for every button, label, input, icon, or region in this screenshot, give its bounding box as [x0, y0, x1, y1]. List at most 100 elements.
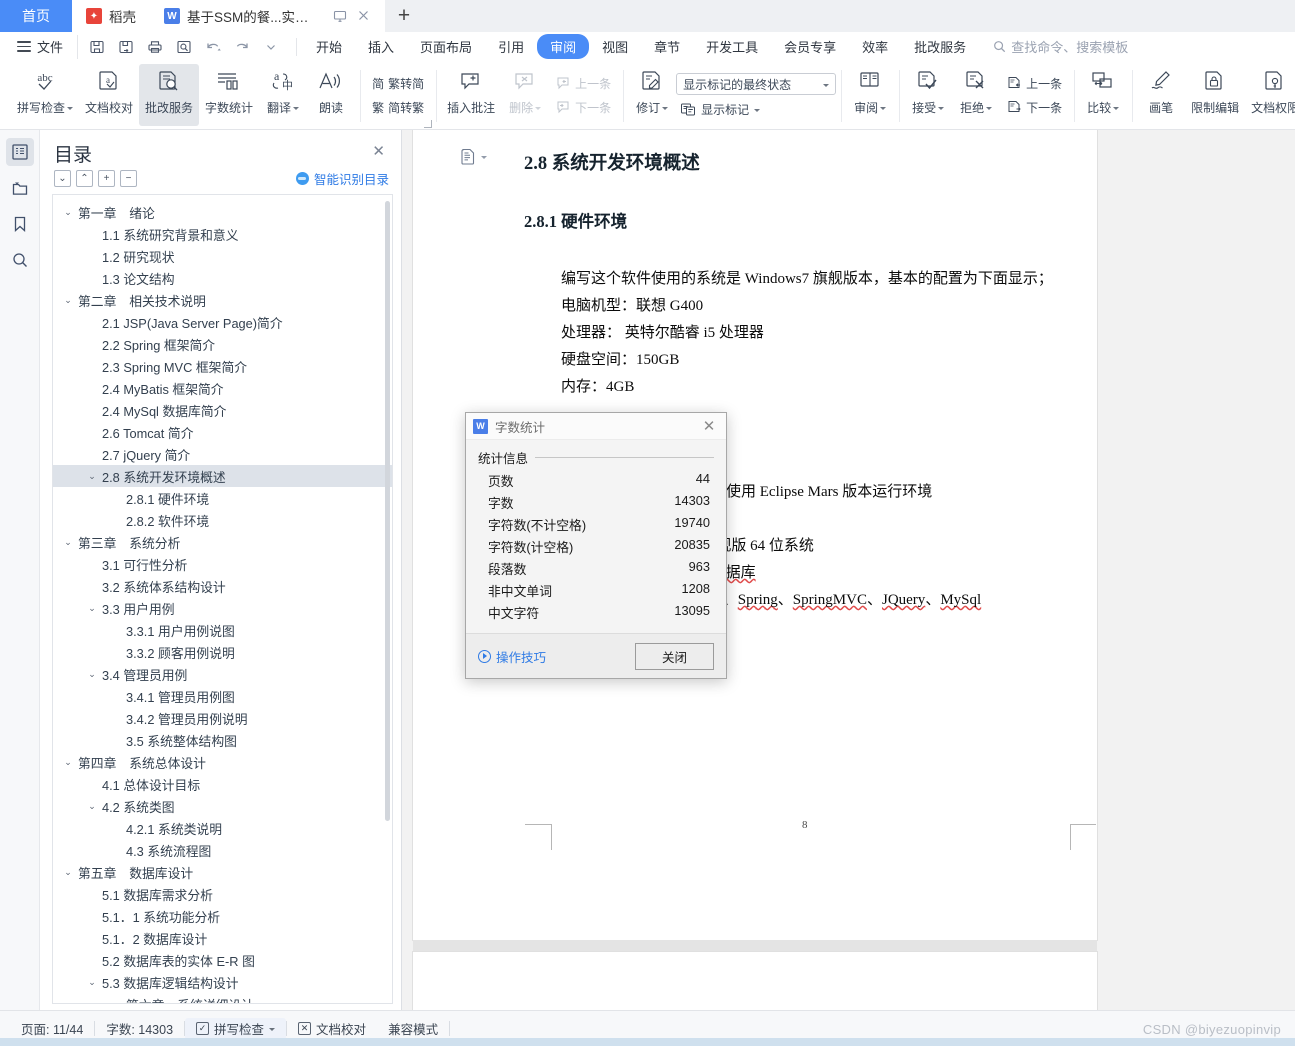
- toc-item[interactable]: 3.4.2 管理员用例说明: [53, 707, 392, 729]
- chevron-down-icon[interactable]: ⌄: [85, 603, 99, 614]
- file-menu-button[interactable]: 文件: [8, 37, 72, 56]
- word-count-dialog[interactable]: W 字数统计 ✕ 统计信息 页数 44 字数 14303 字符数(不计空格) 19740 字…: [465, 412, 727, 679]
- delete-comment-button[interactable]: 删除: [501, 64, 549, 126]
- ribbon-tab-devtools[interactable]: 开发工具: [693, 34, 771, 59]
- next-comment-button[interactable]: 下一条: [551, 96, 616, 119]
- chevron-down-icon[interactable]: ⌄: [61, 207, 75, 218]
- ribbon-tab-review[interactable]: 审阅: [537, 34, 590, 59]
- toc-scroll-thumb[interactable]: [385, 201, 390, 821]
- status-spellcheck[interactable]: ✓ 拼写检查: [185, 1017, 287, 1040]
- chevron-down-icon[interactable]: ⌄: [85, 977, 99, 988]
- tab-docer[interactable]: ✦ 稻壳: [72, 0, 150, 32]
- toc-item[interactable]: 4.1 总体设计目标: [53, 773, 392, 795]
- new-tab-button[interactable]: +: [385, 0, 423, 32]
- compare-button[interactable]: 比较: [1079, 64, 1127, 126]
- toc-item[interactable]: 3.1 可行性分析: [53, 553, 392, 575]
- toc-item[interactable]: 3.3.1 用户用例说图: [53, 619, 392, 641]
- tab-home[interactable]: 首页: [0, 0, 72, 32]
- status-proofread[interactable]: ✕ 文档校对: [287, 1018, 377, 1040]
- document-proofread-button[interactable]: a 文档校对: [79, 64, 139, 126]
- chevron-down-icon[interactable]: ⌄: [61, 295, 75, 306]
- toc-item[interactable]: 2.8.1 硬件环境: [53, 487, 392, 509]
- word-count-button[interactable]: 字数统计: [199, 64, 259, 126]
- spellcheck-button[interactable]: abc 拼写检查: [11, 64, 79, 126]
- ribbon-tab-efficiency[interactable]: 效率: [849, 34, 901, 59]
- toc-item[interactable]: 1.2 研究现状: [53, 245, 392, 267]
- read-aloud-button[interactable]: 朗读: [307, 64, 355, 126]
- prev-change-button[interactable]: 上一条: [1002, 72, 1067, 95]
- toc-item[interactable]: 4.3 系统流程图: [53, 839, 392, 861]
- collapse-down-button[interactable]: ⌄: [54, 170, 71, 187]
- toc-item[interactable]: 2.3 Spring MVC 框架简介: [53, 355, 392, 377]
- markup-state-select[interactable]: 显示标记的最终状态: [676, 73, 837, 95]
- prev-comment-button[interactable]: 上一条: [551, 72, 616, 95]
- chevron-down-icon[interactable]: ⌄: [61, 867, 75, 878]
- toc-item[interactable]: 3.5 系统整体结构图: [53, 729, 392, 751]
- toc-item[interactable]: 2.4 MyBatis 框架简介: [53, 377, 392, 399]
- chevron-down-icon[interactable]: ⌄: [85, 471, 99, 482]
- ribbon-tab-member[interactable]: 会员专享: [771, 34, 849, 59]
- toc-item[interactable]: 第六章 系统详细设计: [53, 993, 392, 1004]
- chapter-panel-icon[interactable]: [6, 174, 34, 202]
- dialog-close-button[interactable]: 关闭: [635, 642, 714, 670]
- toc-item[interactable]: ⌄ 第四章 系统总体设计: [53, 751, 392, 773]
- expand-all-button[interactable]: +: [98, 170, 115, 187]
- toc-item[interactable]: ⌄ 5.3 数据库逻辑结构设计: [53, 971, 392, 993]
- command-search[interactable]: 查找命令、搜索模板: [993, 37, 1128, 56]
- toc-item[interactable]: 2.7 jQuery 简介: [53, 443, 392, 465]
- status-page-info[interactable]: 页面: 11/44: [10, 1018, 94, 1040]
- show-markup-button[interactable]: 显示标记: [676, 99, 836, 120]
- chevron-down-icon[interactable]: ⌄: [61, 537, 75, 548]
- close-icon[interactable]: [357, 9, 371, 23]
- monitor-icon[interactable]: [333, 9, 347, 23]
- save-icon[interactable]: [84, 35, 110, 59]
- toc-item[interactable]: 2.1 JSP(Java Server Page)简介: [53, 311, 392, 333]
- outline-panel-icon[interactable]: [5, 138, 34, 166]
- search-panel-icon[interactable]: [6, 246, 34, 274]
- toc-item[interactable]: ⌄ 第二章 相关技术说明: [53, 289, 392, 311]
- brush-pen-button[interactable]: 画笔: [1137, 64, 1185, 126]
- status-compat-mode[interactable]: 兼容模式: [377, 1018, 449, 1040]
- accept-change-button[interactable]: 接受: [904, 64, 952, 126]
- toc-item[interactable]: 1.1 系统研究背景和意义: [53, 223, 392, 245]
- chevron-down-icon[interactable]: ⌄: [85, 801, 99, 812]
- toc-item[interactable]: 2.6 Tomcat 简介: [53, 421, 392, 443]
- toc-item[interactable]: ⌄ 第三章 系统分析: [53, 531, 392, 553]
- toc-item[interactable]: 2.2 Spring 框架简介: [53, 333, 392, 355]
- ribbon-tab-references[interactable]: 引用: [485, 34, 537, 59]
- document-page-2[interactable]: [413, 952, 1097, 1010]
- toc-item[interactable]: 4.2.1 系统类说明: [53, 817, 392, 839]
- redo-icon[interactable]: [229, 35, 255, 59]
- simp-to-trad-button[interactable]: 繁 简转繁: [367, 96, 429, 119]
- tab-document[interactable]: W 基于SSM的餐...实现 毕业论文: [150, 0, 385, 32]
- smart-recognize-toc-button[interactable]: 智能识别目录: [295, 169, 389, 188]
- toc-item[interactable]: 2.8.2 软件环境: [53, 509, 392, 531]
- toc-item[interactable]: ⌄ 第一章 绪论: [53, 201, 392, 223]
- toc-item[interactable]: 2.4 MySql 数据库简介: [53, 399, 392, 421]
- print-icon[interactable]: [142, 35, 168, 59]
- toc-item[interactable]: 3.2 系统体系结构设计: [53, 575, 392, 597]
- operation-tips-link[interactable]: 操作技巧: [478, 647, 546, 666]
- correction-service-button[interactable]: 批改服务: [139, 64, 200, 126]
- bookmark-panel-icon[interactable]: [6, 210, 34, 238]
- group-dialog-launcher[interactable]: [424, 120, 433, 128]
- customize-toolbar-icon[interactable]: [258, 35, 284, 59]
- status-word-count[interactable]: 字数: 14303: [95, 1018, 184, 1040]
- save-as-icon[interactable]: [113, 35, 139, 59]
- restrict-edit-button[interactable]: 限制编辑: [1185, 64, 1245, 126]
- translate-button[interactable]: a中 翻译: [259, 64, 307, 126]
- toc-item[interactable]: 5.1．2 数据库设计: [53, 927, 392, 949]
- track-changes-button[interactable]: 修订: [628, 64, 676, 126]
- toc-item[interactable]: ⌄ 2.8 系统开发环境概述: [53, 465, 392, 487]
- toc-item[interactable]: 3.4.1 管理员用例图: [53, 685, 392, 707]
- toc-scrollbar[interactable]: [385, 199, 390, 999]
- ribbon-tab-pagelayout[interactable]: 页面布局: [407, 34, 485, 59]
- print-preview-icon[interactable]: [171, 35, 197, 59]
- navigation-close-icon[interactable]: ✕: [368, 140, 389, 163]
- collapse-all-button[interactable]: −: [120, 170, 137, 187]
- toc-item[interactable]: ⌄ 第五章 数据库设计: [53, 861, 392, 883]
- ribbon-tab-section[interactable]: 章节: [641, 34, 693, 59]
- chevron-down-icon[interactable]: ⌄: [61, 757, 75, 768]
- next-change-button[interactable]: 下一条: [1002, 96, 1067, 119]
- collapse-up-button[interactable]: ⌃: [76, 170, 93, 187]
